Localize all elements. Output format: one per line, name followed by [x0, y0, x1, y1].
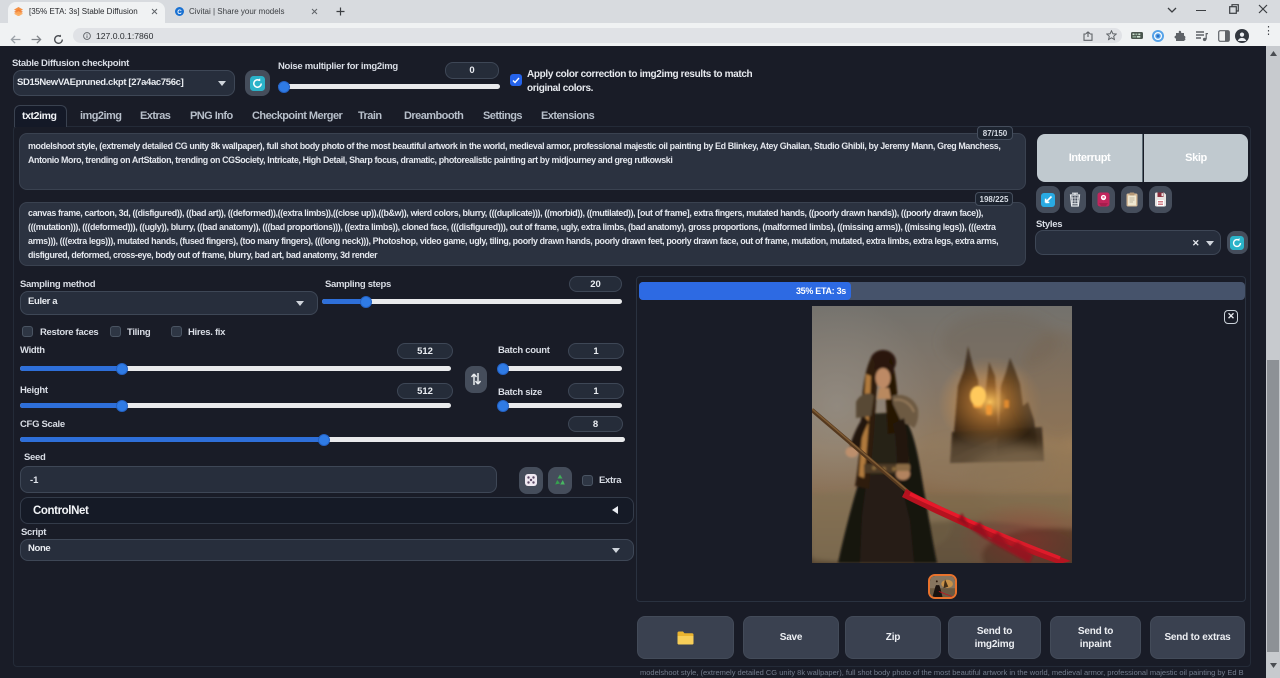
svg-text:C: C	[177, 9, 182, 16]
